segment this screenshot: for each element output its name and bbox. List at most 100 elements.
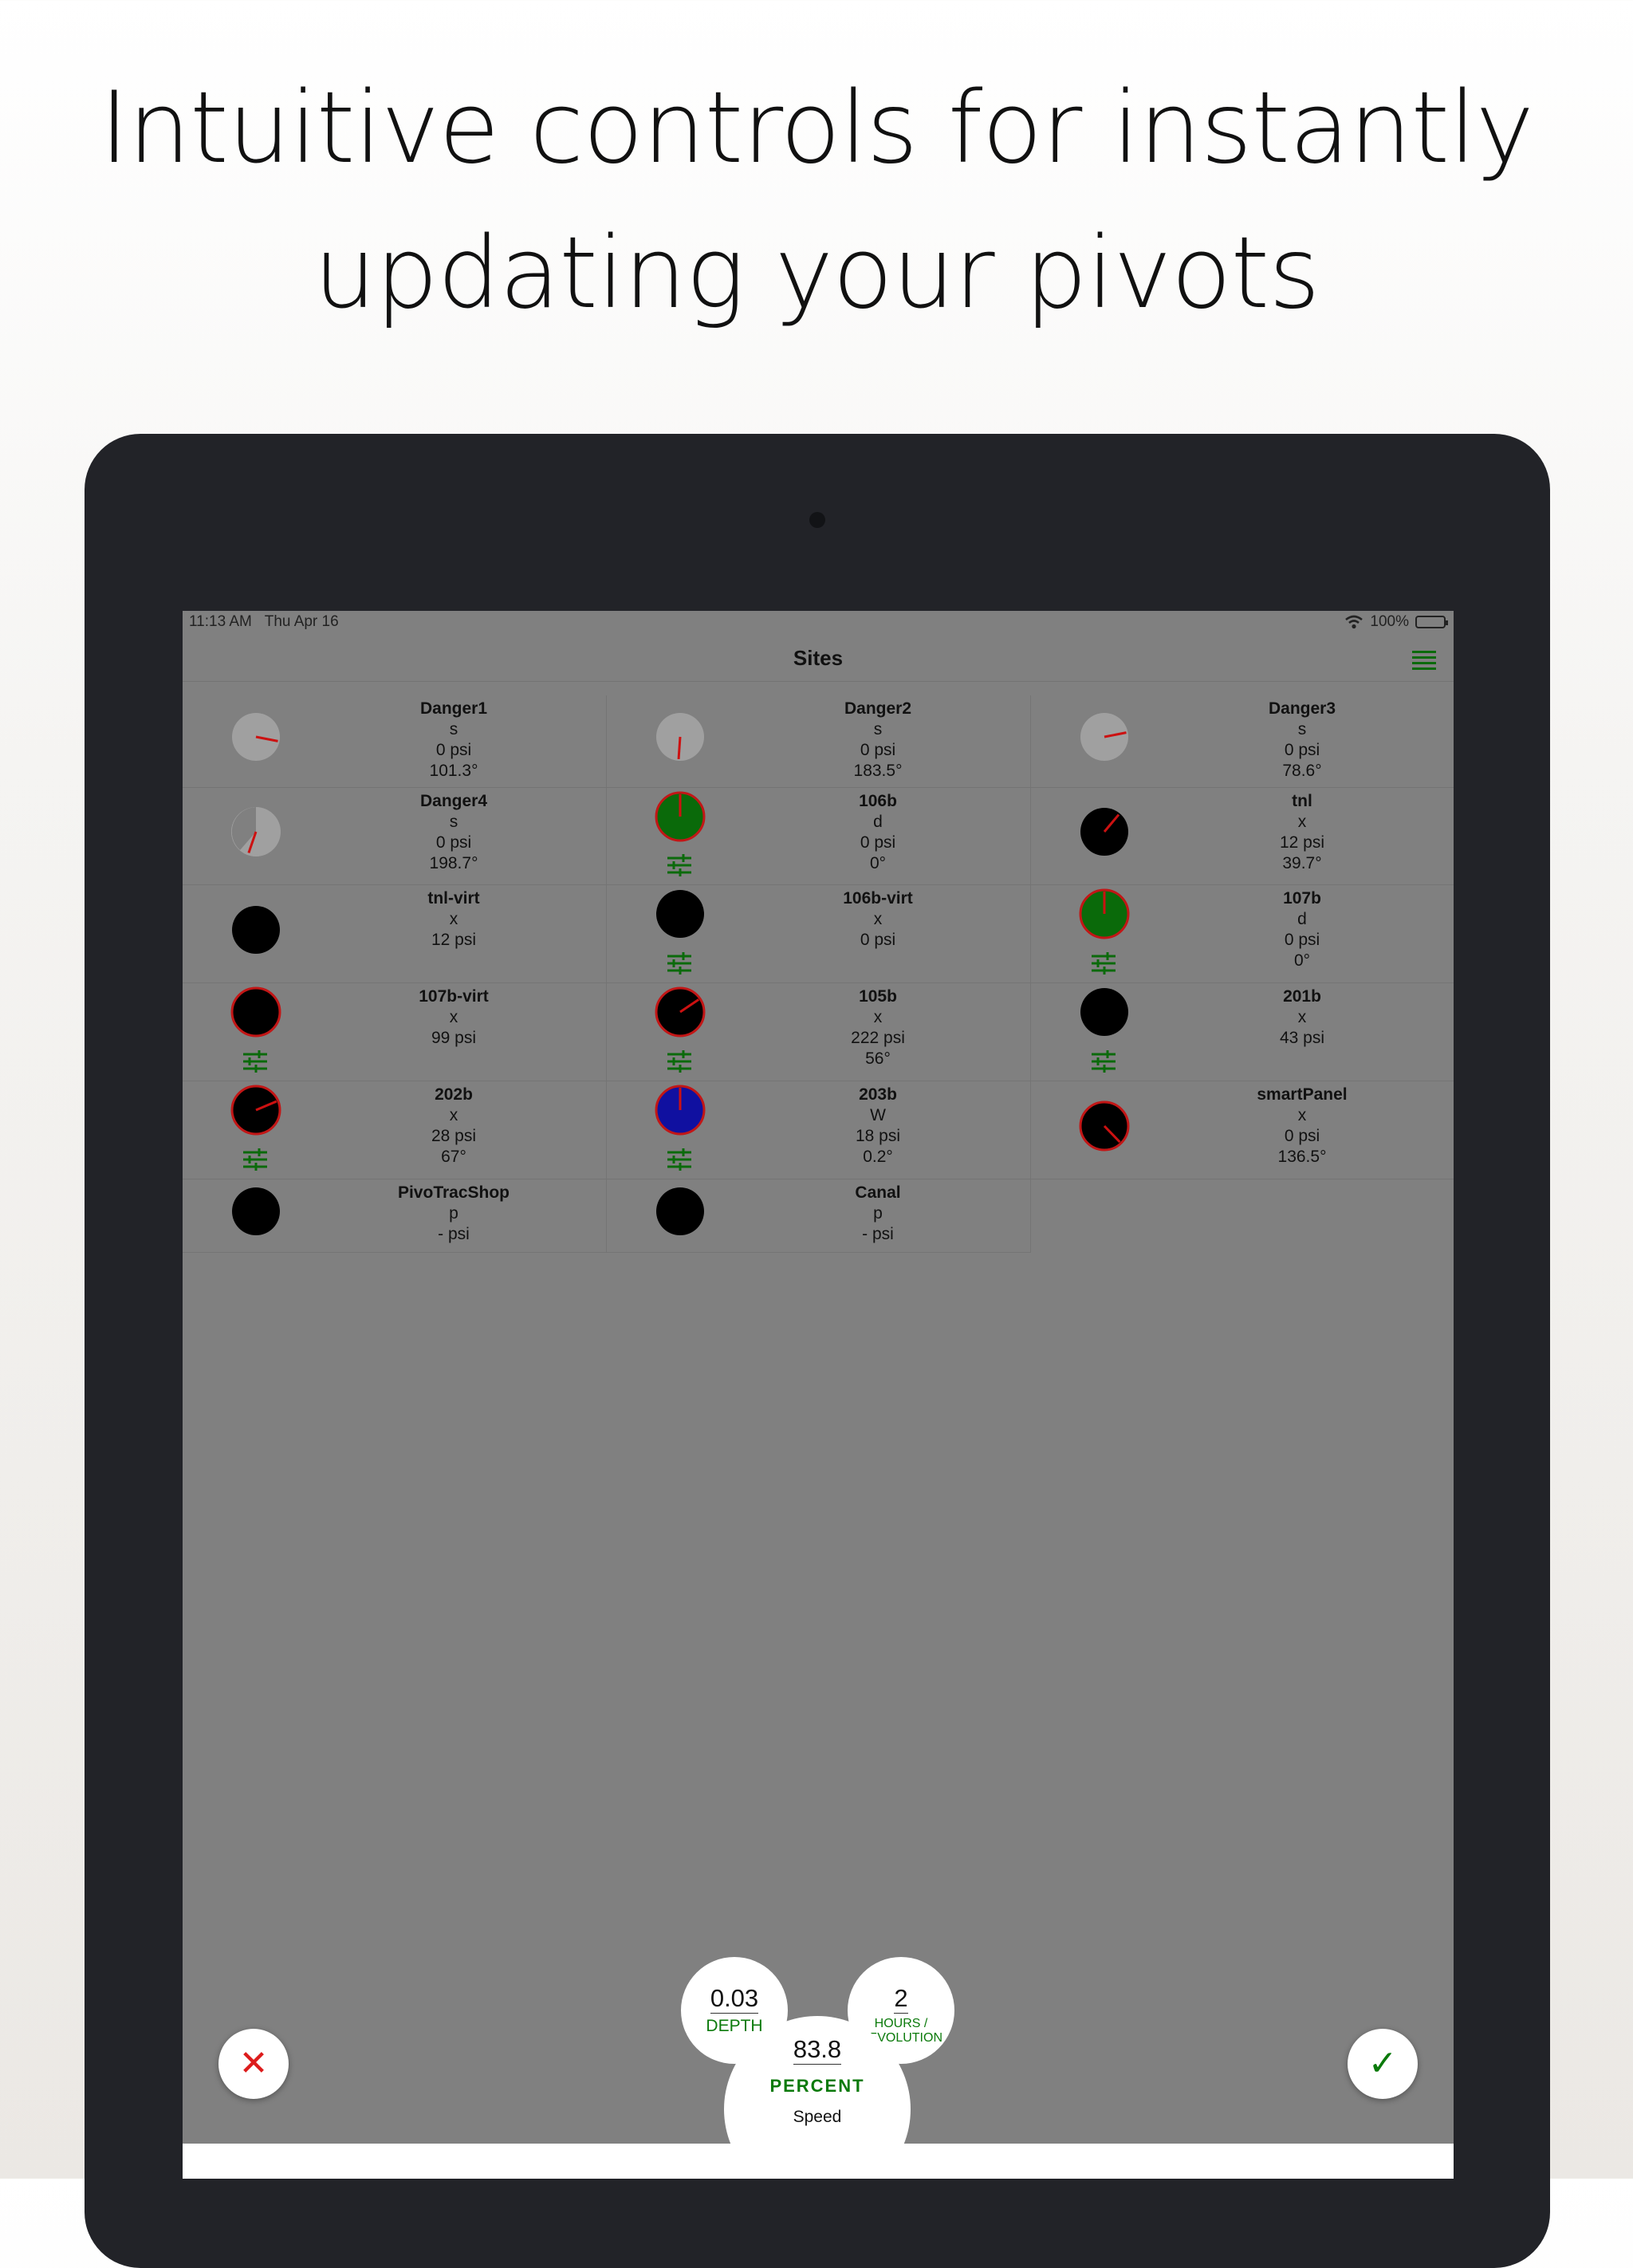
site-info: 202b x 28 psi 67°	[342, 1085, 565, 1167]
pivot-gauge-icon	[232, 713, 280, 761]
site-card[interactable]: PivoTracShop p - psi	[183, 1179, 607, 1253]
site-name: Danger3	[1268, 699, 1336, 718]
pivot-gauge-icon	[656, 713, 704, 761]
pivot-gauge-icon	[1080, 713, 1128, 761]
site-info: 105b x 222 psi 56°	[766, 986, 990, 1069]
site-mode: x	[449, 1106, 458, 1124]
pivot-gauge-icon	[232, 905, 280, 954]
pivot-gauge-icon	[1080, 808, 1128, 856]
speed-unit-label: PERCENT	[769, 2076, 865, 2096]
site-pressure: 28 psi	[431, 1127, 477, 1145]
site-name: Danger4	[419, 792, 488, 810]
site-mode: W	[870, 1106, 886, 1124]
site-angle: 78.6°	[1282, 762, 1322, 780]
site-pressure: 18 psi	[855, 1127, 901, 1145]
site-pressure: 43 psi	[1279, 1029, 1325, 1047]
pivot-gauge-icon	[1079, 1101, 1130, 1151]
site-info: 107b d 0 psi 0°	[1190, 888, 1414, 971]
site-card[interactable]: 107b-virt x 99 psi	[183, 983, 607, 1081]
pivot-gauge-icon	[1080, 988, 1128, 1036]
site-card[interactable]: tnl-virt x 12 psi	[183, 885, 607, 983]
nav-bar: Sites	[183, 635, 1454, 682]
site-name: 203b	[859, 1085, 897, 1104]
site-card[interactable]: 201b x 43 psi	[1031, 983, 1454, 1081]
site-card[interactable]: Canal p - psi	[607, 1179, 1031, 1253]
status-date: Thu Apr 16	[264, 613, 339, 630]
site-mode: s	[873, 720, 883, 738]
adjust-sliders-icon[interactable]	[242, 1049, 269, 1073]
site-info: tnl x 12 psi 39.7°	[1190, 791, 1414, 874]
site-info: Danger4 s 0 psi 198.7°	[342, 791, 565, 874]
headline-line-2: updating your pivots	[313, 216, 1320, 331]
site-card[interactable]: Danger1 s 0 psi 101.3°	[183, 695, 607, 788]
pivot-gauge-icon	[232, 1187, 280, 1235]
site-card[interactable]: Danger4 s 0 psi 198.7°	[183, 788, 607, 885]
adjust-sliders-icon[interactable]	[666, 951, 693, 975]
checkmark-icon: ✓	[1367, 2044, 1398, 2083]
site-pressure: 0 psi	[860, 741, 896, 759]
site-card[interactable]: 202b x 28 psi 67°	[183, 1081, 607, 1179]
site-info: 106b d 0 psi 0°	[766, 791, 990, 874]
page-title: Sites	[793, 646, 844, 670]
camera-icon	[809, 512, 825, 528]
adjust-sliders-icon[interactable]	[666, 1148, 693, 1171]
site-card[interactable]: 107b d 0 psi 0°	[1031, 885, 1454, 983]
site-card[interactable]: 106b-virt x 0 psi	[607, 885, 1031, 983]
site-pressure: 0 psi	[1284, 1127, 1320, 1145]
pivot-gauge-icon	[656, 1187, 704, 1235]
site-name: tnl	[1292, 792, 1312, 810]
site-card[interactable]: 106b d 0 psi 0°	[607, 788, 1031, 885]
site-pressure: 0 psi	[435, 741, 472, 759]
site-pressure: 99 psi	[431, 1029, 477, 1047]
site-pressure: 12 psi	[431, 931, 477, 949]
pivot-gauge-icon	[230, 1085, 281, 1136]
adjust-sliders-icon[interactable]	[1090, 951, 1117, 975]
site-card[interactable]: Danger3 s 0 psi 78.6°	[1031, 695, 1454, 788]
list-menu-icon[interactable]	[1412, 651, 1436, 670]
site-mode: x	[449, 910, 458, 928]
site-name: 106b	[859, 792, 897, 810]
site-name: 202b	[435, 1085, 473, 1104]
site-card[interactable]: Danger2 s 0 psi 183.5°	[607, 695, 1031, 788]
speed-control[interactable]: 83.8 PERCENT Speed	[724, 2016, 911, 2179]
adjust-sliders-icon[interactable]	[242, 1148, 269, 1171]
hours-value[interactable]: 2	[894, 1984, 908, 2014]
site-pressure: 0 psi	[860, 833, 896, 852]
site-mode: s	[449, 720, 458, 738]
cancel-button[interactable]: ✕	[218, 2029, 289, 2099]
site-card[interactable]: smartPanel x 0 psi 136.5°	[1031, 1081, 1454, 1179]
adjust-sliders-icon[interactable]	[1090, 1049, 1117, 1073]
site-pressure: 0 psi	[435, 833, 472, 852]
site-name: Canal	[855, 1183, 901, 1202]
battery-percent: 100%	[1370, 613, 1409, 630]
site-info: 107b-virt x 99 psi	[342, 986, 565, 1049]
site-info: Danger1 s 0 psi 101.3°	[342, 699, 565, 782]
site-mode: x	[449, 1008, 458, 1026]
adjust-sliders-icon[interactable]	[666, 1049, 693, 1073]
pivot-gauge-icon	[1079, 888, 1130, 939]
confirm-button[interactable]: ✓	[1348, 2029, 1418, 2099]
pivot-gauge-icon	[231, 807, 281, 856]
site-mode: p	[873, 1204, 883, 1223]
headline-line-1: Intuitive controls for instantly	[99, 71, 1534, 186]
site-pressure: 0 psi	[860, 931, 896, 949]
site-info: 106b-virt x 0 psi	[766, 888, 990, 951]
site-card[interactable]: 203b W 18 psi 0.2°	[607, 1081, 1031, 1179]
site-info: Danger3 s 0 psi 78.6°	[1190, 699, 1414, 782]
site-card[interactable]: 105b x 222 psi 56°	[607, 983, 1031, 1081]
site-pressure: 222 psi	[851, 1029, 905, 1047]
site-mode: s	[1297, 720, 1307, 738]
site-mode: x	[1297, 1008, 1307, 1026]
adjust-sliders-icon[interactable]	[666, 853, 693, 877]
status-right: 100%	[1344, 613, 1448, 631]
speed-value[interactable]: 83.8	[793, 2035, 842, 2065]
site-angle: 0°	[1293, 951, 1311, 970]
site-pressure: - psi	[438, 1225, 470, 1243]
site-card[interactable]: tnl x 12 psi 39.7°	[1031, 788, 1454, 885]
pivot-gauge-icon	[655, 986, 706, 1038]
site-mode: x	[1297, 1106, 1307, 1124]
site-angle: 0.2°	[863, 1148, 893, 1166]
site-angle: 39.7°	[1282, 854, 1322, 872]
depth-value[interactable]: 0.03	[710, 1984, 759, 2014]
site-angle: 0°	[869, 854, 887, 872]
